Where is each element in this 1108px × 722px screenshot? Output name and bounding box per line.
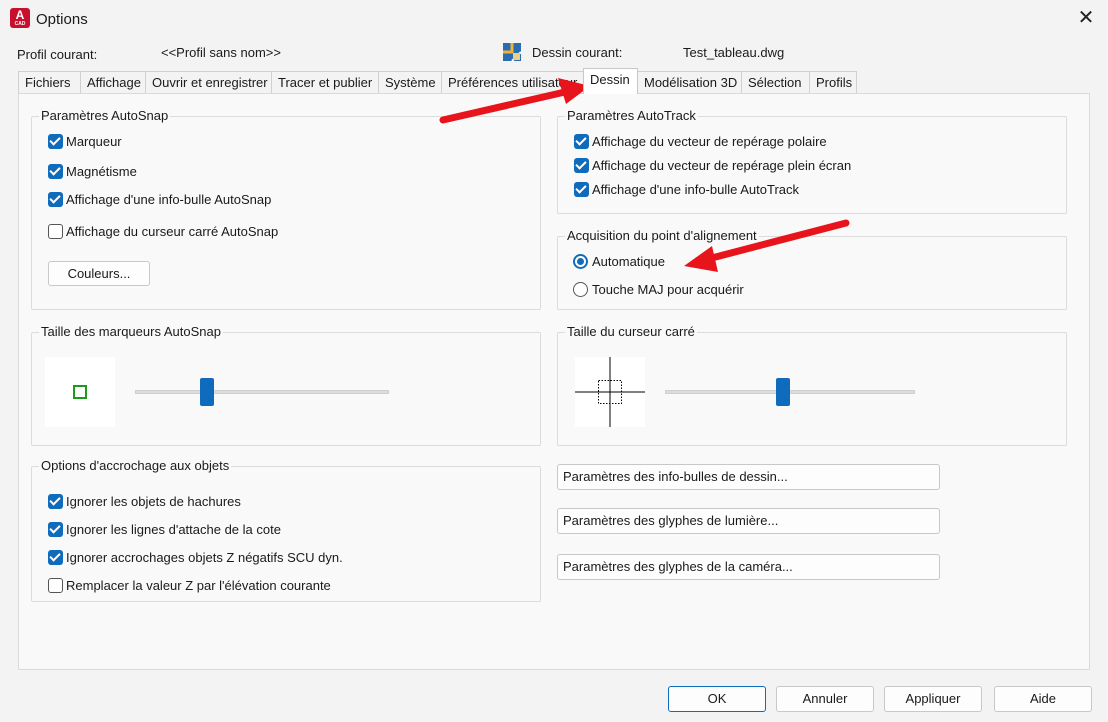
autosnap-tooltip-label: Affichage d'une info-bulle AutoSnap [66,192,272,207]
ignore-negative-z-label: Ignorer accrochages objets Z négatifs SC… [66,550,343,565]
marker-label: Marqueur [66,134,122,149]
autosnap-aperture-checkbox[interactable] [48,224,63,239]
tab-preferences-utilisateur[interactable]: Préférences utilisateur [441,71,584,93]
light-glyph-settings-button[interactable]: Paramètres des glyphes de lumière... [557,508,940,534]
profile-label: Profil courant: [17,47,98,62]
marker-checkbox[interactable] [48,134,63,149]
tab-modelisation-3d[interactable]: Modélisation 3D [637,71,742,93]
fullscreen-tracking-label: Affichage du vecteur de repérage plein é… [592,158,852,173]
help-button[interactable]: Aide [994,686,1092,712]
magnet-checkbox[interactable] [48,164,63,179]
ignore-dimension-label: Ignorer les lignes d'attache de la cote [66,522,281,537]
replace-z-checkbox[interactable] [48,578,63,593]
marker-size-preview [45,357,115,427]
aperture-size-preview [575,357,645,427]
autocad-app-icon: A CAD [10,8,30,28]
shift-acquire-label: Touche MAJ pour acquérir [592,282,744,297]
profile-value: <<Profil sans nom>> [161,45,281,60]
object-snap-options-title: Options d'accrochage aux objets [39,458,232,473]
autosnap-tooltip-checkbox[interactable] [48,192,63,207]
alignment-acquisition-group: Acquisition du point d'alignement [557,228,1067,310]
ok-button[interactable]: OK [668,686,766,712]
ignore-hatch-label: Ignorer les objets de hachures [66,494,241,509]
shift-acquire-radio[interactable] [573,282,588,297]
drafting-tooltip-settings-button[interactable]: Paramètres des info-bulles de dessin... [557,464,940,490]
aperture-size-slider-thumb[interactable] [775,378,790,406]
automatic-label: Automatique [592,254,665,269]
tab-ouvrir-enregistrer[interactable]: Ouvrir et enregistrer [145,71,272,93]
apply-button[interactable]: Appliquer [884,686,982,712]
aperture-size-title: Taille du curseur carré [565,324,697,339]
camera-glyph-settings-button[interactable]: Paramètres des glyphes de la caméra... [557,554,940,580]
autotrack-tooltip-label: Affichage d'une info-bulle AutoTrack [592,182,800,197]
replace-z-label: Remplacer la valeur Z par l'élévation co… [66,578,331,593]
tab-dessin[interactable]: Dessin [583,68,638,94]
tab-selection[interactable]: Sélection [741,71,810,93]
automatic-radio[interactable] [573,254,588,269]
marker-preview-square-icon [73,385,87,399]
marker-size-slider-thumb[interactable] [199,378,214,406]
tab-systeme[interactable]: Système [378,71,442,93]
alignment-acquisition-title: Acquisition du point d'alignement [565,228,759,243]
aperture-size-slider-track[interactable] [665,390,915,394]
ignore-hatch-checkbox[interactable] [48,494,63,509]
marker-size-title: Taille des marqueurs AutoSnap [39,324,223,339]
close-icon[interactable]: ✕ [1074,6,1098,30]
fullscreen-tracking-checkbox[interactable] [574,158,589,173]
ignore-negative-z-checkbox[interactable] [48,550,63,565]
window-title: Options [36,11,88,28]
autotrack-tooltip-checkbox[interactable] [574,182,589,197]
cancel-button[interactable]: Annuler [776,686,874,712]
autotrack-settings-title: Paramètres AutoTrack [565,108,698,123]
drawing-file-icon [502,42,522,62]
crosshair-aperture-icon [575,357,645,427]
autosnap-settings-title: Paramètres AutoSnap [39,108,171,123]
tab-profils[interactable]: Profils [809,71,857,93]
tab-affichage[interactable]: Affichage [80,71,146,93]
colors-button[interactable]: Couleurs... [48,261,150,286]
tab-tracer-publier[interactable]: Tracer et publier [271,71,379,93]
marker-size-slider-track[interactable] [135,390,389,394]
tab-fichiers[interactable]: Fichiers [18,71,81,93]
autosnap-aperture-label: Affichage du curseur carré AutoSnap [66,224,279,239]
title-bar: A CAD Options ✕ [0,0,1108,38]
polar-tracking-label: Affichage du vecteur de repérage polaire [592,134,827,149]
magnet-label: Magnétisme [66,164,137,179]
polar-tracking-checkbox[interactable] [574,134,589,149]
drawing-value: Test_tableau.dwg [683,45,785,60]
ignore-dimension-checkbox[interactable] [48,522,63,537]
drawing-label: Dessin courant: [532,45,623,60]
